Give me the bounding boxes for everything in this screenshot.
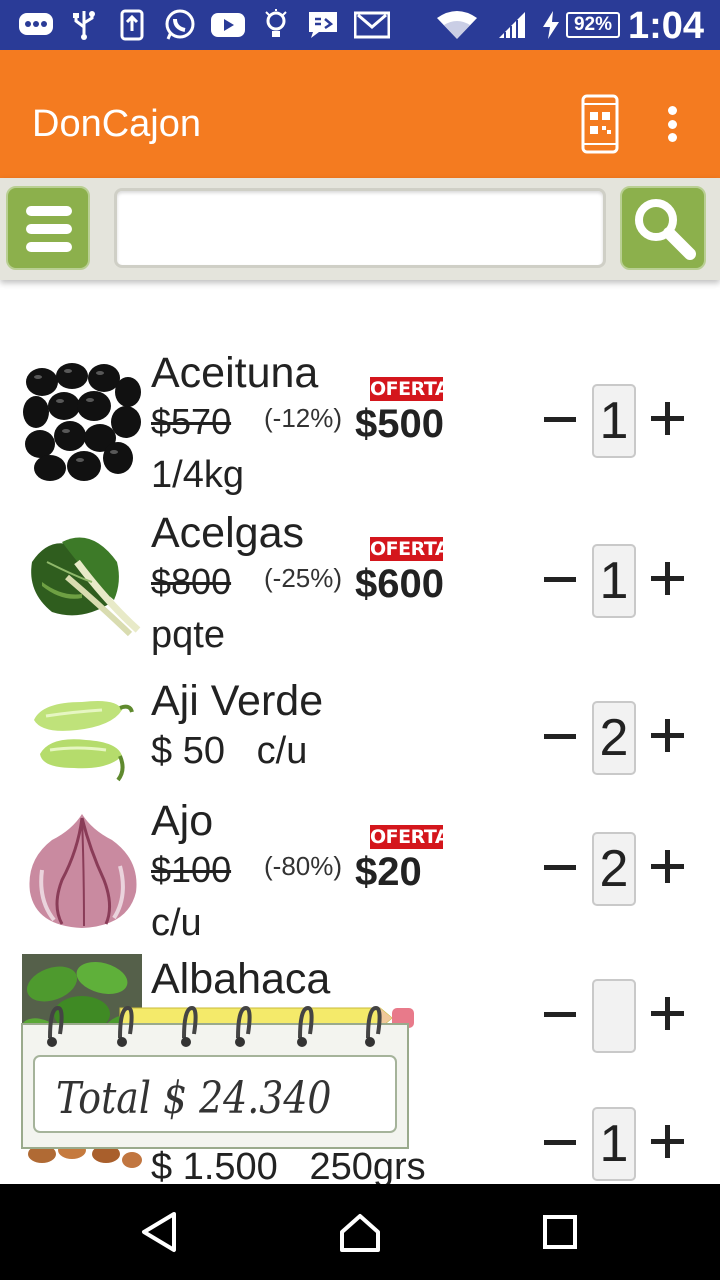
more-vert-icon[interactable] — [656, 102, 688, 146]
original-price: $800 — [151, 561, 232, 602]
quantity-field[interactable]: 1 — [592, 384, 636, 458]
whatsapp-icon — [162, 9, 198, 41]
app-title: DonCajon — [32, 103, 201, 145]
usb-icon — [70, 9, 98, 41]
price-unit-label: $ 50 c/u — [151, 730, 308, 772]
signal-icon — [496, 9, 528, 41]
search-icon[interactable] — [620, 186, 706, 270]
battery-indicator: 92% — [566, 12, 620, 38]
product-name: Aji Verde — [151, 677, 324, 725]
unit-label: pqte — [151, 614, 225, 656]
wifi-icon — [436, 9, 478, 41]
quantity-field[interactable]: 1 — [592, 544, 636, 618]
product-name: Ajo — [151, 797, 214, 845]
lightbulb-icon — [262, 9, 290, 41]
discount-percent: (-12%) — [264, 403, 343, 433]
recents-icon[interactable] — [530, 1202, 590, 1262]
increase-quantity-button[interactable] — [648, 1117, 688, 1167]
decrease-quantity-button[interactable] — [542, 394, 580, 444]
discount-percent: (-25%) — [264, 563, 343, 593]
garlic-image — [22, 810, 142, 930]
discount-percent: (-80%) — [264, 851, 343, 881]
offer-price: $20 — [355, 850, 422, 894]
total-amount: Total $ 24.340 — [56, 1073, 332, 1124]
gmail-icon — [354, 9, 390, 41]
status-bar: 92% 1:04 — [0, 0, 720, 50]
chard-image — [22, 522, 142, 642]
app-bar: DonCajon — [0, 50, 720, 178]
quantity-field[interactable] — [592, 979, 636, 1053]
navigation-bar — [0, 1184, 720, 1280]
search-input[interactable] — [114, 188, 606, 268]
phone-qr-icon[interactable] — [580, 94, 620, 154]
menu-icon[interactable] — [6, 186, 90, 270]
offer-badge: OFERTA — [370, 377, 450, 401]
original-price: $570 — [151, 401, 232, 442]
increase-quantity-button[interactable] — [648, 554, 688, 604]
offer-price: $600 — [355, 562, 444, 606]
back-icon[interactable] — [130, 1202, 190, 1262]
home-icon[interactable] — [330, 1202, 390, 1262]
original-price: $100 — [151, 849, 232, 890]
unit-label: 1/4kg — [151, 454, 244, 496]
green-pepper-image — [22, 676, 142, 796]
clock: 1:04 — [627, 5, 704, 47]
decrease-quantity-button[interactable] — [542, 842, 580, 892]
decrease-quantity-button[interactable] — [542, 1117, 580, 1167]
offer-badge: OFERTA — [370, 537, 450, 561]
increase-quantity-button[interactable] — [648, 989, 688, 1039]
chat-icon — [18, 9, 54, 41]
product-name: Aceituna — [151, 349, 319, 397]
decrease-quantity-button[interactable] — [542, 711, 580, 761]
olives-image — [22, 362, 142, 482]
total-notepad[interactable]: Total $ 24.340 — [20, 994, 414, 1152]
upload-icon — [118, 9, 146, 41]
charging-icon — [540, 9, 562, 41]
quantity-field[interactable]: 2 — [592, 832, 636, 906]
decrease-quantity-button[interactable] — [542, 554, 580, 604]
quantity-field[interactable]: 2 — [592, 701, 636, 775]
offer-price: $500 — [355, 402, 444, 446]
unit-label: c/u — [151, 902, 202, 944]
quantity-field[interactable]: 1 — [592, 1107, 636, 1181]
increase-quantity-button[interactable] — [648, 842, 688, 892]
increase-quantity-button[interactable] — [648, 394, 688, 444]
decrease-quantity-button[interactable] — [542, 989, 580, 1039]
search-bar — [0, 178, 720, 280]
product-name: Acelgas — [151, 509, 304, 557]
offer-badge: OFERTA — [370, 825, 450, 849]
increase-quantity-button[interactable] — [648, 711, 688, 761]
message-icon — [306, 9, 340, 41]
youtube-icon — [210, 9, 246, 41]
